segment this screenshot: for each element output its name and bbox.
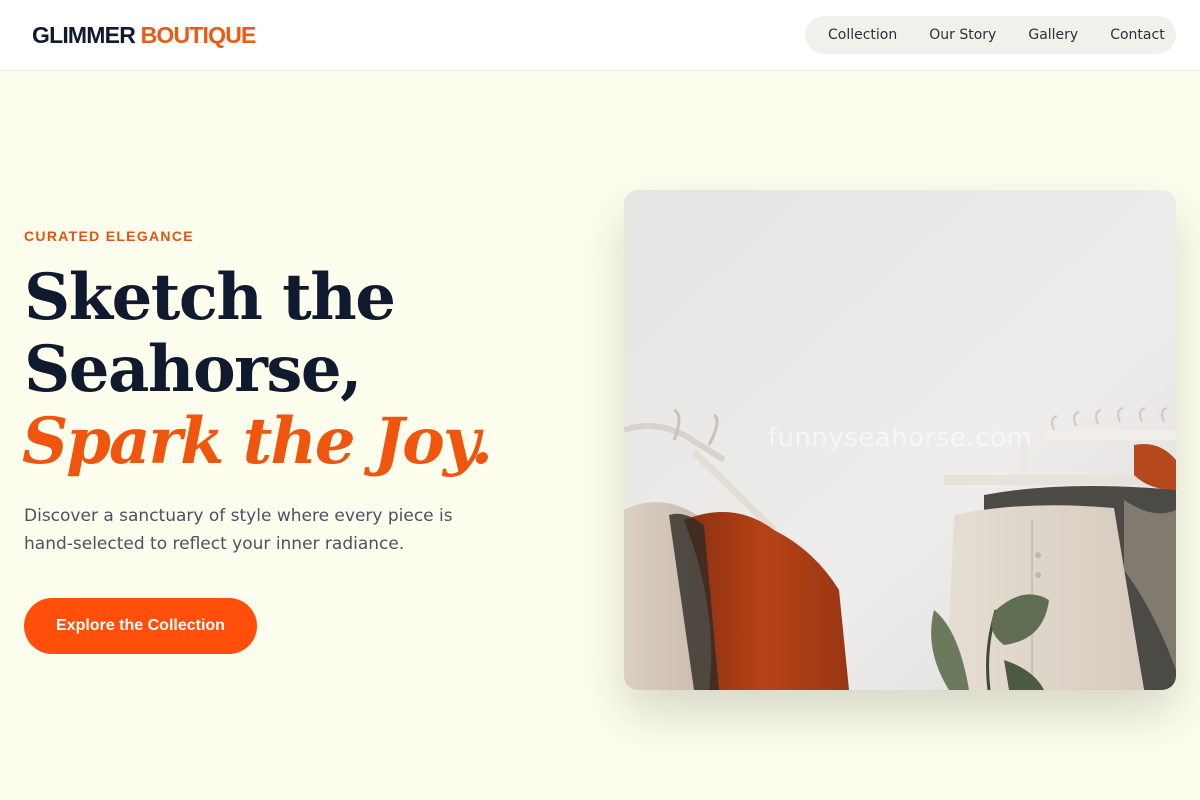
headline-accent: Spark the Joy. bbox=[22, 404, 493, 479]
nav-item-collection[interactable]: Collection bbox=[828, 27, 897, 43]
nav-item-our-story[interactable]: Our Story bbox=[929, 27, 996, 43]
explore-collection-button[interactable]: Explore the Collection bbox=[24, 598, 257, 654]
hero-description: Discover a sanctuary of style where ever… bbox=[24, 506, 453, 554]
hero-image: funnyseahorse.com bbox=[624, 190, 1176, 690]
nav-item-contact[interactable]: Contact bbox=[1110, 27, 1164, 43]
site-header: GLIMMER BOUTIQUE Collection Our Story Ga… bbox=[0, 0, 1200, 71]
brand-name-primary: GLIMMER bbox=[32, 22, 136, 48]
image-watermark: funnyseahorse.com bbox=[767, 423, 1033, 453]
hero-eyebrow: CURATED ELEGANCE bbox=[24, 228, 194, 244]
headline-line-1: Sketch the bbox=[24, 260, 396, 335]
nav-item-gallery[interactable]: Gallery bbox=[1028, 27, 1078, 43]
brand-logo[interactable]: GLIMMER BOUTIQUE bbox=[32, 21, 256, 49]
hero-headline: Sketch the Seahorse, Spark the Joy. bbox=[22, 260, 584, 479]
brand-name-accent: BOUTIQUE bbox=[140, 22, 257, 48]
main-nav: Collection Our Story Gallery Contact bbox=[805, 16, 1176, 54]
headline-line-2: Seahorse, bbox=[24, 332, 362, 407]
